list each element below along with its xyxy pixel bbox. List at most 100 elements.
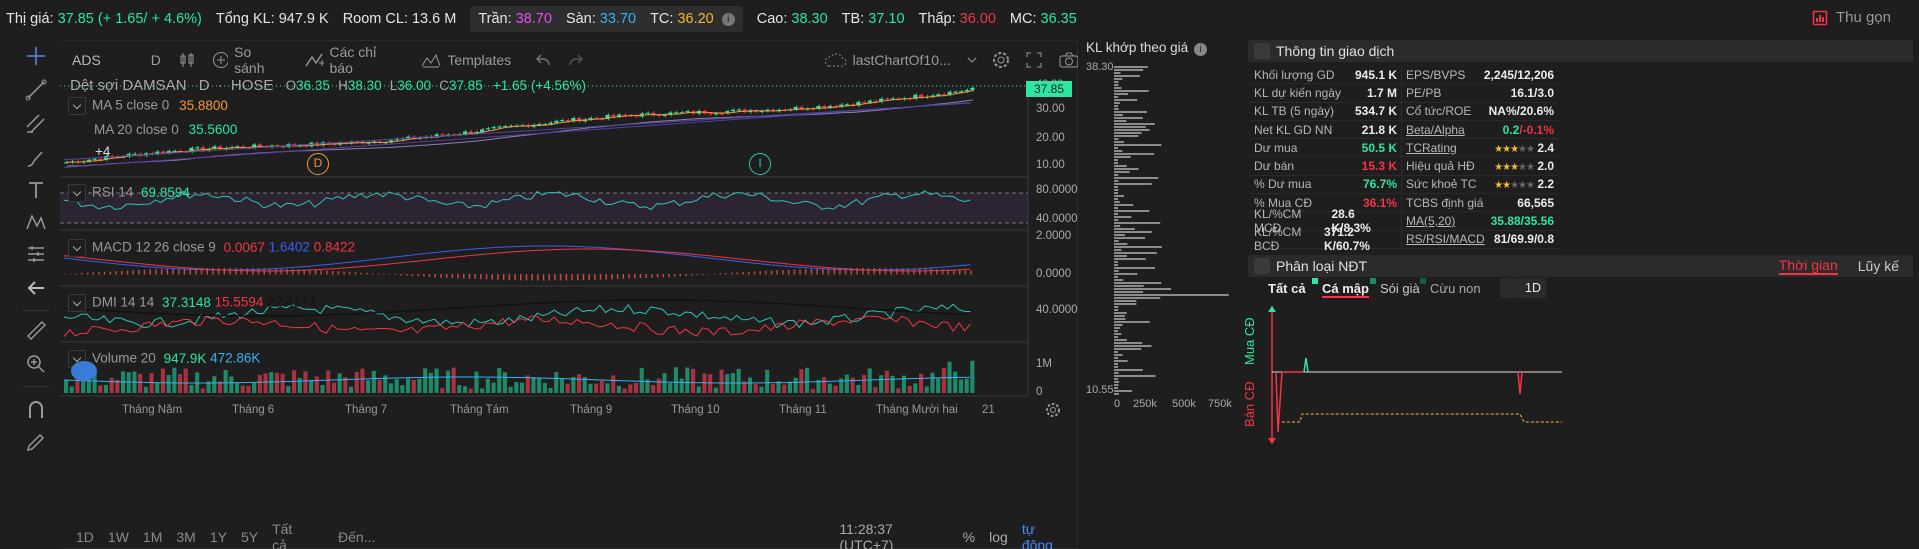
macd-hist-bar [719,273,721,275]
volume-bar [520,382,525,393]
profile-bar [1114,69,1144,71]
templates-button[interactable]: Templates [421,52,511,68]
star-icon: ★ [1510,143,1519,155]
candle-type-icon[interactable] [179,51,194,69]
magnet-icon[interactable] [24,398,48,422]
ruler-icon[interactable] [24,318,48,342]
info-value: 15.3 K [1361,159,1397,174]
profile-bar [1114,189,1119,191]
range-5y[interactable]: 5Y [241,529,258,545]
goto-date-button[interactable]: Đến... [338,529,375,545]
period-toggle-icon[interactable] [1500,278,1520,298]
volume-bar [434,368,439,393]
gear-icon[interactable] [991,50,1009,70]
crosshair-icon[interactable] [24,44,48,68]
macd-hist-bar [103,271,106,275]
macd-hist-bar [668,274,670,277]
chevron-down-icon[interactable] [68,239,86,257]
tab-cumulative[interactable]: Lũy kế [1858,258,1899,274]
ohlc-change: +1.65 (+4.56%) [492,78,587,93]
tab-time[interactable]: Thời gian [1778,257,1838,275]
volume-bar [622,388,627,393]
chevron-down-icon[interactable] [68,184,86,202]
range-1m[interactable]: 1M [143,529,162,545]
range-1y[interactable]: 1Y [210,529,227,545]
profile-bar [1114,285,1144,287]
profile-bar [1114,390,1133,392]
macd-hist-bar [736,272,739,275]
percent-toggle[interactable]: % [963,529,975,545]
redo-icon[interactable] [568,53,583,67]
chart-toolbar: ADS D So sánh Các chỉ báo Templates last… [60,40,1078,80]
info-cell: KL/%CM BCĐ 371.2 K/60.7% [1250,225,1402,253]
interval-1d[interactable]: 1D [1520,278,1546,298]
macd-hist-bar [400,274,402,276]
fib-tool-icon[interactable] [24,112,48,136]
trend-line-icon[interactable] [24,78,48,102]
profile-bar [1114,348,1142,350]
range-1w[interactable]: 1W [108,529,129,545]
chart-area[interactable]: Dệt sợi DAMSAN D · HOSE O36.35 H38.30 L3… [60,77,1078,520]
range-all[interactable]: Tất cả [272,521,306,549]
brush-icon[interactable] [24,146,48,170]
filter-shark[interactable]: Cá mập [1322,281,1369,298]
volume-bar [183,368,188,393]
chevron-down-icon[interactable] [68,97,86,115]
symbol-search[interactable]: ADS [72,52,101,68]
macd-hist-bar [765,270,767,275]
filter-lamb[interactable]: Cừu non [1430,281,1481,296]
layout-selector[interactable]: lastChartOf10... [823,52,977,68]
profile-bar [1114,258,1146,260]
info-key: EPS/BVPS [1406,67,1466,82]
macd-hist-bar [406,274,408,276]
filter-old-wolf[interactable]: Sói già [1380,281,1420,296]
macd-hist-bar [86,272,89,275]
profile-axis-250k: 250k [1133,398,1157,410]
profile-bar [1114,372,1119,374]
auto-scale-toggle[interactable]: tự động [1022,521,1064,549]
zoom-in-icon[interactable] [24,352,48,376]
indicators-button[interactable]: Các chỉ báo [305,44,397,76]
axis-label: 0 [1036,386,1043,398]
range-1d[interactable]: 1D [76,529,94,545]
profile-bar [1114,324,1123,326]
volume-bar [400,385,405,393]
range-3m[interactable]: 3M [176,529,195,545]
camera-icon[interactable] [1058,51,1078,69]
info-icon[interactable]: i [1193,43,1207,56]
toggle-arrows-icon[interactable] [1254,257,1270,274]
tool-divider [22,386,50,387]
profile-bar [1114,111,1148,113]
forecast-tool-icon[interactable] [24,242,48,266]
macd-hist-bar [223,268,226,275]
more-indicators[interactable]: +4 [95,144,110,159]
log-toggle[interactable]: log [989,529,1008,545]
toggle-arrows-icon[interactable] [1254,43,1270,59]
macd-hist-bar [856,268,858,275]
dmi-label: DMI 14 14 [92,294,155,310]
sell-flow-line [1275,371,1304,433]
interval-selector[interactable]: D [151,52,161,68]
dividend-marker[interactable]: D [307,153,329,175]
ceiling-stat: Trần: 38.70 [478,11,552,27]
info-value-b: /-0.1% [1519,122,1554,137]
profile-bar [1114,225,1121,227]
macd-hist-bar [827,268,830,275]
back-arrow-icon[interactable] [24,276,48,300]
volume-bar [833,385,838,393]
compare-button[interactable]: So sánh [212,44,282,76]
text-tool-icon[interactable] [24,178,48,202]
trading-info-header[interactable]: Thông tin giao dịch [1248,40,1913,62]
macd-hist-bar [81,273,83,275]
info-marker[interactable]: I [749,153,771,175]
filter-all[interactable]: Tất cả [1268,281,1306,296]
pattern-tool-icon[interactable] [24,210,48,234]
pencil-lock-icon[interactable] [24,430,48,454]
undo-icon[interactable] [535,53,550,67]
volume-bar [229,376,234,393]
info-icon[interactable]: i [721,12,735,26]
fullscreen-icon[interactable] [1025,51,1042,69]
settings-gear-icon[interactable] [1045,402,1061,418]
collapse-button[interactable]: Thu gọn [1812,9,1891,26]
chevron-down-icon[interactable] [68,294,86,312]
